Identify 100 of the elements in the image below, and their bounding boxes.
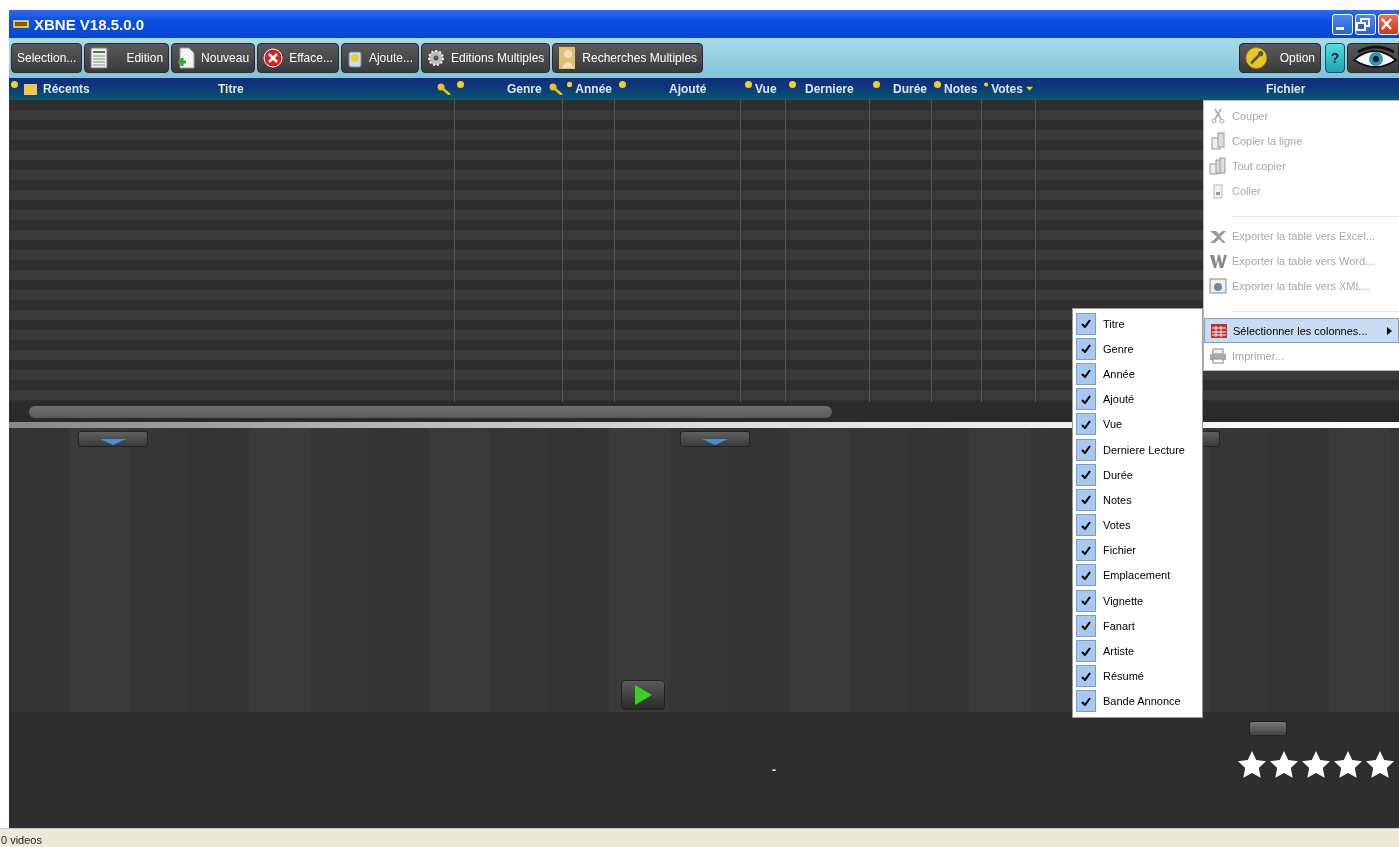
menu-item[interactable]: Fichier: [1076, 537, 1202, 563]
star-icon: [1365, 750, 1395, 779]
checkbox[interactable]: [1076, 665, 1096, 688]
checkbox[interactable]: [1076, 564, 1096, 587]
window-title: XBNE V18.5.0.0: [34, 15, 145, 33]
menu-item-label: Copier la ligne: [1232, 134, 1304, 147]
toolbar-button[interactable]: Edition: [84, 43, 170, 73]
checkmark-icon: [1081, 394, 1091, 404]
column-header[interactable]: Fichier: [1036, 78, 1399, 100]
toolbar-button[interactable]: Option: [1239, 43, 1321, 73]
close-button[interactable]: [1378, 13, 1399, 35]
play-button[interactable]: [621, 680, 665, 710]
menu-item[interactable]: Sélectionner les colonnes...: [1204, 318, 1399, 343]
column-header[interactable]: Durée: [870, 78, 932, 100]
menu-item-label: Vue: [1103, 418, 1123, 431]
checkbox[interactable]: [1076, 337, 1096, 360]
menu-item[interactable]: Vue: [1076, 411, 1202, 437]
star-icon: [1269, 750, 1299, 779]
menu-item-label: Vignette: [1103, 594, 1144, 607]
toolbar-button[interactable]: Selection...: [11, 43, 83, 73]
menu-item[interactable]: Vignette: [1076, 588, 1202, 614]
collapse-handle[interactable]: [78, 431, 148, 447]
submenu-arrow-icon: [1387, 326, 1392, 335]
menu-item[interactable]: Bande Annonce: [1076, 688, 1202, 714]
panel-handle[interactable]: [1249, 721, 1287, 736]
play-icon: [633, 684, 653, 706]
checkbox[interactable]: [1076, 514, 1096, 537]
menu-item-label: Imprimer...: [1232, 349, 1285, 362]
toolbar-button[interactable]: Nouveau: [171, 43, 256, 73]
column-header[interactable]: Votes: [982, 78, 1036, 100]
column-header[interactable]: Genre: [455, 78, 563, 100]
copy-all-icon: [1209, 156, 1227, 175]
menu-item[interactable]: Votes: [1076, 512, 1202, 538]
menu-item-label: Tout copier: [1232, 159, 1287, 172]
menu-item[interactable]: Durée: [1076, 462, 1202, 488]
column-header[interactable]: Récents: [43, 82, 90, 96]
menu-item[interactable]: Genre: [1076, 336, 1202, 362]
restore-button[interactable]: [1355, 13, 1376, 35]
checkbox[interactable]: [1076, 539, 1096, 562]
checkmark-icon: [1081, 621, 1091, 631]
column-header[interactable]: Année: [563, 78, 615, 100]
jar-icon: [346, 48, 363, 68]
star-rating[interactable]: [1237, 750, 1395, 779]
menu-item-label: Exporter la table vers Word...: [1232, 254, 1376, 267]
checkbox[interactable]: [1076, 388, 1096, 411]
spreadsheet-icon: [90, 47, 109, 69]
menu-item[interactable]: Fanart: [1076, 613, 1202, 639]
column-header[interactable]: Vue: [741, 78, 786, 100]
menu-item-label: Fanart: [1103, 619, 1135, 632]
toolbar-button[interactable]: Recherches Multiples: [552, 43, 704, 73]
bullet-icon: [873, 81, 880, 88]
checkmark-icon: [1081, 319, 1091, 329]
checkbox[interactable]: [1076, 463, 1096, 486]
new-document-icon: [177, 47, 196, 69]
column-header[interactable]: Ajouté: [615, 78, 741, 100]
checkbox[interactable]: [1076, 589, 1096, 612]
detail-value: -: [772, 763, 776, 777]
view-button[interactable]: [1347, 43, 1399, 73]
checkbox[interactable]: [1076, 312, 1096, 335]
menu-item-label: Résumé: [1103, 670, 1144, 683]
checkmark-icon: [1081, 696, 1091, 706]
checkbox[interactable]: [1076, 362, 1096, 385]
checkbox[interactable]: [1076, 614, 1096, 637]
toolbar-button[interactable]: Efface...: [257, 43, 339, 73]
menu-item-label: Notes: [1103, 493, 1132, 506]
menu-item[interactable]: Derniere Lecture: [1076, 436, 1202, 463]
scrollbar-thumb[interactable]: [29, 406, 832, 418]
menu-item-label: Année: [1103, 367, 1135, 380]
column-header[interactable]: Derniere: [786, 78, 870, 100]
collapse-handle[interactable]: [680, 431, 750, 447]
checkmark-icon: [1081, 445, 1091, 455]
columns-icon: [1210, 321, 1228, 340]
status-text: 0 videos: [1, 834, 42, 846]
bullet-icon: [984, 81, 989, 88]
menu-item-label: Artiste: [1103, 645, 1135, 658]
column-header[interactable]: Notes: [932, 78, 982, 100]
menu-item[interactable]: Titre: [1076, 311, 1202, 337]
minimize-button[interactable]: [1332, 13, 1353, 35]
checkbox[interactable]: [1076, 438, 1096, 461]
toolbar-button[interactable]: Editions Multiples: [420, 43, 551, 73]
sort-arrow-icon: [1025, 85, 1033, 93]
menu-item-label: Titre: [1103, 317, 1125, 330]
checkbox[interactable]: [1076, 413, 1096, 436]
menu-item[interactable]: Notes: [1076, 487, 1202, 513]
checkmark-icon: [1081, 495, 1091, 505]
menu-item[interactable]: Année: [1076, 361, 1202, 387]
checkbox[interactable]: [1076, 690, 1096, 713]
menu-item-label: Exporter la table vers Excel...: [1232, 229, 1377, 242]
toolbar-button[interactable]: Ajoute...: [340, 43, 419, 73]
menu-item-label: Sélectionner les colonnes...: [1233, 324, 1369, 337]
checkmark-icon: [1081, 646, 1091, 656]
help-button[interactable]: ?: [1325, 43, 1345, 73]
checkbox[interactable]: [1076, 640, 1096, 663]
menu-item[interactable]: Emplacement: [1076, 562, 1202, 589]
checkbox[interactable]: [1076, 488, 1096, 511]
menu-item[interactable]: Artiste: [1076, 638, 1202, 664]
gear-icon: [426, 49, 445, 67]
menu-item[interactable]: Ajouté: [1076, 386, 1202, 412]
menu-item[interactable]: Résumé: [1076, 663, 1202, 689]
column-header[interactable]: Titre: [209, 78, 455, 100]
